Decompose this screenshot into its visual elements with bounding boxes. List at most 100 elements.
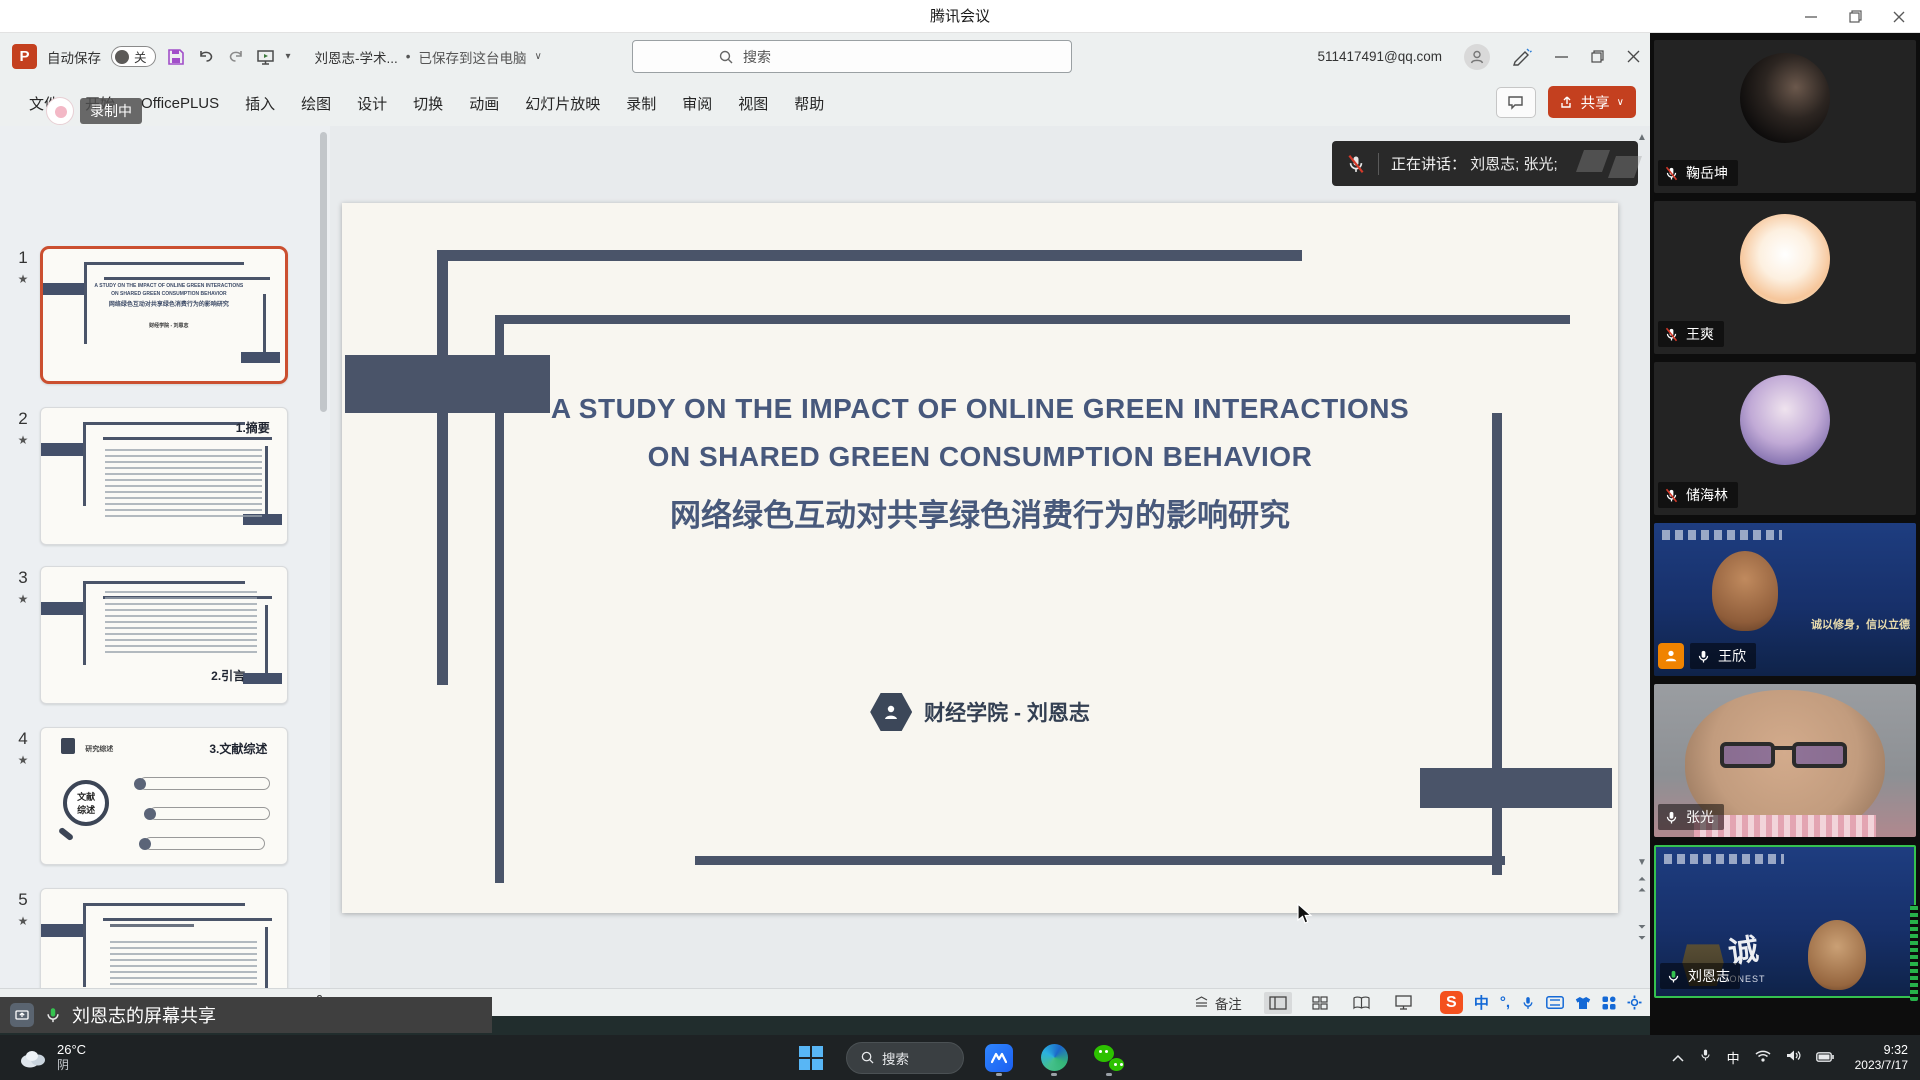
virtual-bg-logos [1664, 854, 1784, 864]
account-email[interactable]: 511417491@qq.com [1317, 49, 1442, 64]
ribbon-tab-slideshow[interactable]: 幻灯片放映 [512, 85, 613, 122]
search-icon [719, 50, 733, 64]
participant-tile[interactable]: 储海林 [1654, 362, 1916, 515]
participant-tile[interactable]: 诚以修身，信以立德 王欣 [1654, 523, 1916, 676]
comments-button[interactable] [1496, 87, 1536, 118]
meeting-watermark [1574, 148, 1644, 182]
previous-slide-icon[interactable]: ⏶⏶ [1636, 874, 1648, 896]
canvas-scrollbar[interactable]: ▲ ▼ ⏶⏶ ⏷⏷ [1634, 126, 1650, 988]
recording-icon [46, 97, 74, 125]
ribbon-tab-officeplus[interactable]: OfficePLUS [128, 87, 232, 120]
tray-wifi-icon[interactable] [1755, 1049, 1771, 1067]
meeting-maximize-button[interactable] [1848, 10, 1862, 24]
thumb-3-number: 3 [12, 568, 34, 588]
participant-video-face [1712, 551, 1778, 631]
thumbnail-scrollbar[interactable] [320, 132, 327, 412]
screen-share-banner: 刘恩志的屏幕共享 [0, 997, 492, 1033]
participant-tile[interactable]: 王爽 [1654, 201, 1916, 354]
tray-expand-icon[interactable] [1672, 1049, 1684, 1067]
ribbon-tab-transitions[interactable]: 切换 [400, 85, 456, 122]
undo-icon[interactable] [196, 47, 216, 67]
autosave-state: 关 [134, 47, 147, 66]
slide-thumbnail-1[interactable]: A STUDY ON THE IMPACT OF ONLINE GREEN IN… [40, 246, 288, 384]
thumb-4-magnifier-icon: 文献 综述 [63, 780, 109, 826]
ime-punctuation-icon[interactable]: °, [1500, 994, 1510, 1011]
taskbar-search[interactable]: 搜索 [846, 1042, 964, 1074]
ribbon-tab-view[interactable]: 视图 [725, 85, 781, 122]
slideshow-quick-icon[interactable] [256, 47, 276, 67]
shared-screen-powerpoint: P 自动保存 关 ▾ 刘恩志-学术... • 已保存到这台电脑 ∨ 搜索 [0, 33, 1650, 1035]
sogou-logo-icon[interactable]: S [1440, 991, 1463, 1014]
thumb-4-sub-label: 研究综述 [85, 744, 113, 754]
taskbar-clock[interactable]: 9:32 2023/7/17 [1855, 1042, 1908, 1074]
ribbon-tab-record[interactable]: 录制 [613, 85, 669, 122]
save-icon[interactable] [166, 47, 186, 67]
ribbon-tab-review[interactable]: 审阅 [669, 85, 725, 122]
ribbon-tab-animations[interactable]: 动画 [456, 85, 512, 122]
thumb-3-body-text [105, 591, 258, 652]
notes-button[interactable]: 备注 [1194, 993, 1242, 1013]
taskbar-app-tencent-meeting[interactable] [979, 1038, 1019, 1078]
scroll-down-icon[interactable]: ▼ [1636, 857, 1648, 868]
ime-keyboard-icon[interactable] [1546, 996, 1564, 1009]
ime-mic-icon[interactable] [1521, 995, 1535, 1011]
thumb-3-animation-star-icon: ★ [12, 592, 34, 606]
meeting-minimize-button[interactable] [1804, 10, 1818, 24]
sogou-ime-toolbar: S 中 °, [1440, 991, 1642, 1014]
screen: 腾讯会议 P 自动保存 关 ▾ 刘恩志-学术... • 已保存到这台电脑 [0, 0, 1920, 1080]
share-button[interactable]: 共享 ∨ [1548, 86, 1636, 118]
share-button-label: 共享 [1581, 92, 1610, 113]
slideshow-view-button[interactable] [1390, 992, 1418, 1014]
taskbar-weather-widget[interactable]: 26°C 阴 [18, 1042, 86, 1073]
inking-pen-icon[interactable] [1512, 47, 1532, 67]
start-button[interactable] [791, 1038, 831, 1078]
quick-access-more-icon[interactable]: ▾ [286, 51, 291, 62]
ppt-search-box[interactable]: 搜索 [632, 40, 1072, 73]
participant-tile-active-speaker[interactable]: 诚 HONEST 刘恩志 [1654, 845, 1916, 998]
clock-date: 2023/7/17 [1855, 1058, 1908, 1074]
tray-mic-icon[interactable] [1699, 1047, 1712, 1068]
thumb-1-title-zh: 网络绿色互动对共享绿色消费行为的影响研究 [72, 299, 266, 308]
ribbon-tab-design[interactable]: 设计 [344, 85, 400, 122]
meeting-titlebar: 腾讯会议 [0, 0, 1920, 33]
ribbon-tab-draw[interactable]: 绘图 [288, 85, 344, 122]
ime-settings-icon[interactable] [1627, 995, 1642, 1010]
ribbon-tab-insert[interactable]: 插入 [232, 85, 288, 122]
autosave-toggle[interactable]: 关 [111, 46, 156, 67]
normal-view-button[interactable] [1264, 992, 1292, 1014]
ime-mode-indicator[interactable]: 中 [1474, 992, 1489, 1013]
ime-toolbox-icon[interactable] [1602, 996, 1616, 1010]
participant-tile[interactable]: 张光 [1654, 684, 1916, 837]
participant-name: 储海林 [1686, 485, 1728, 505]
ppt-restore-button[interactable] [1590, 50, 1604, 64]
current-slide[interactable]: A STUDY ON THE IMPACT OF ONLINE GREEN IN… [342, 203, 1618, 913]
thumb-1-author: 财经学院 - 刘恩志 [72, 322, 266, 329]
tray-ime-indicator[interactable]: 中 [1727, 1048, 1740, 1067]
participant-name: 王爽 [1686, 324, 1714, 344]
powerpoint-icon: P [12, 44, 37, 69]
tray-volume-icon[interactable] [1786, 1049, 1801, 1067]
glasses [1720, 742, 1850, 768]
next-slide-icon[interactable]: ⏷⏷ [1636, 922, 1648, 944]
reading-view-button[interactable] [1348, 992, 1376, 1014]
account-avatar[interactable] [1464, 44, 1490, 70]
slide-thumbnail-3[interactable]: 2.引言 [40, 566, 288, 704]
taskbar-app-edge[interactable] [1034, 1038, 1074, 1078]
ribbon-tab-help[interactable]: 帮助 [781, 85, 837, 122]
ppt-close-button[interactable] [1626, 50, 1640, 64]
scroll-up-icon[interactable]: ▲ [1636, 132, 1648, 143]
slide-thumbnail-2[interactable]: 1.摘要 [40, 407, 288, 545]
ppt-filename[interactable]: 刘恩志-学术... [315, 47, 398, 67]
participant-tile[interactable]: 鞠岳坤 [1654, 40, 1916, 193]
taskbar-app-wechat[interactable] [1089, 1038, 1129, 1078]
meeting-close-button[interactable] [1892, 10, 1906, 24]
slide-sorter-view-button[interactable] [1306, 992, 1334, 1014]
ppt-minimize-button[interactable] [1554, 50, 1568, 64]
redo-icon[interactable] [226, 47, 246, 67]
screen-share-banner-text: 刘恩志的屏幕共享 [72, 1002, 216, 1028]
saved-status[interactable]: 已保存到这台电脑 [419, 47, 527, 67]
participants-sidebar: 鞠岳坤 王爽 储海林 诚以修身，信以立德 王欣 [1650, 33, 1920, 1035]
slide-thumbnail-4[interactable]: 研究综述 3.文献综述 文献 综述 [40, 727, 288, 865]
ime-skin-icon[interactable] [1575, 996, 1591, 1010]
tray-battery-icon[interactable] [1816, 1049, 1834, 1067]
